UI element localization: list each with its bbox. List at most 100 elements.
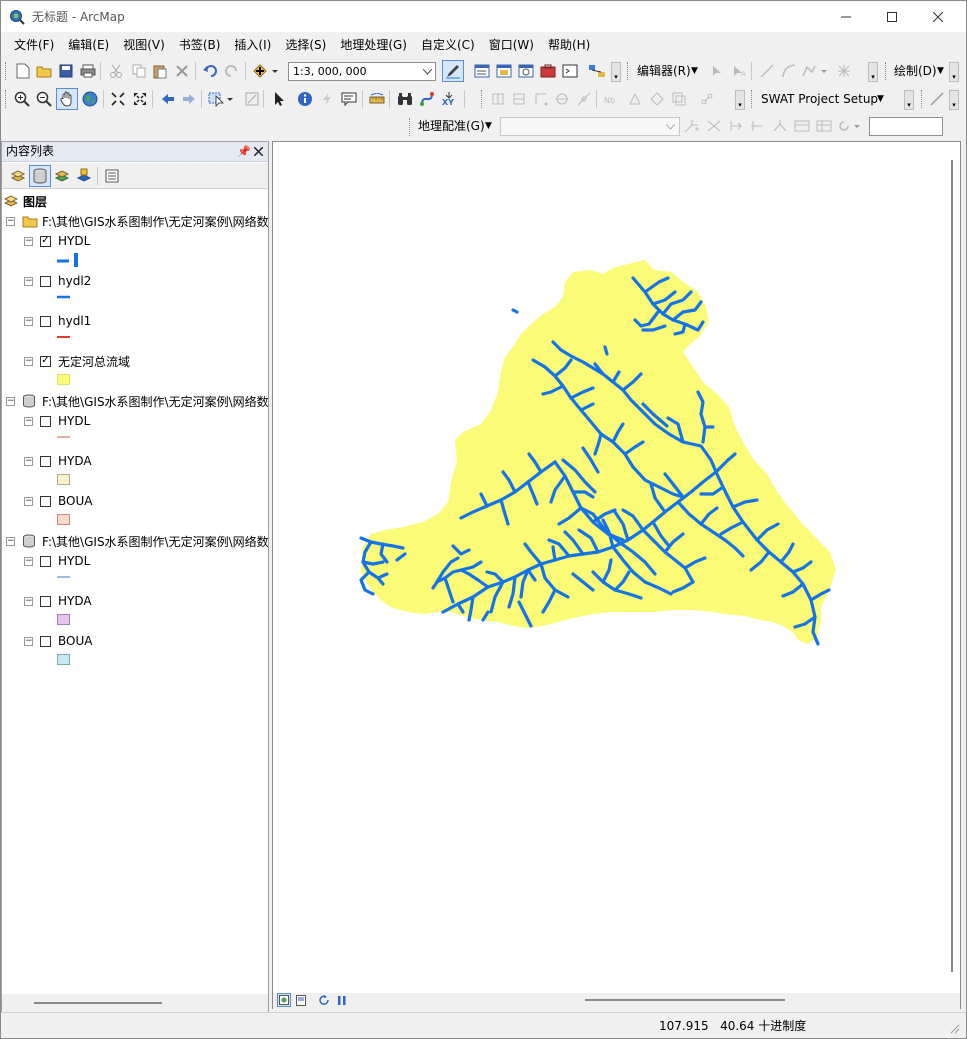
- topology-button[interactable]: Nb: [602, 89, 622, 109]
- arctoolbox-button[interactable]: [538, 61, 558, 81]
- toc-layer-row[interactable]: − BOUA: [24, 492, 92, 510]
- toc-group-2[interactable]: − F:\其他\GIS水系图制作\无定河案例\网络数: [6, 392, 268, 410]
- toolbar-grip[interactable]: [885, 62, 888, 80]
- toolbar-overflow-button[interactable]: ▾: [949, 62, 959, 82]
- validate-topology-button[interactable]: [697, 89, 717, 109]
- collapse-icon[interactable]: −: [24, 556, 33, 566]
- toolbar-grip[interactable]: [5, 62, 8, 80]
- layer-visibility-checkbox[interactable]: [40, 495, 51, 507]
- collapse-icon[interactable]: −: [24, 316, 33, 326]
- clear-selection-button[interactable]: [242, 89, 262, 109]
- scale-georef-button[interactable]: [748, 116, 768, 136]
- map-horizontal-scrollbar[interactable]: [585, 999, 785, 1001]
- print-button[interactable]: [78, 61, 98, 81]
- map-display[interactable]: [272, 141, 961, 994]
- collapse-icon[interactable]: −: [6, 536, 15, 546]
- show-shared-features-button[interactable]: [669, 89, 689, 109]
- editor-toolbar-button[interactable]: [442, 60, 464, 82]
- layer-visibility-checkbox[interactable]: [40, 635, 51, 647]
- pan-button[interactable]: [56, 88, 78, 110]
- find-button[interactable]: [395, 89, 415, 109]
- identify-button[interactable]: [295, 89, 315, 109]
- toc-group-3[interactable]: − F:\其他\GIS水系图制作\无定河案例\网络数: [6, 532, 268, 550]
- collapse-icon[interactable]: −: [6, 396, 15, 406]
- swat-project-setup-menu[interactable]: SWAT Project Setup: [761, 90, 878, 108]
- full-extent-button[interactable]: [80, 89, 100, 109]
- toolbar-overflow-button[interactable]: ▾: [904, 90, 914, 110]
- menu-selection[interactable]: 选择(S): [278, 34, 333, 56]
- georef-layer-combo[interactable]: [500, 117, 680, 136]
- maximize-button[interactable]: [869, 1, 915, 32]
- collapse-icon[interactable]: −: [24, 356, 33, 366]
- sketch-properties-button[interactable]: [834, 61, 854, 81]
- measure-button[interactable]: [367, 89, 387, 109]
- minimize-button[interactable]: [823, 1, 869, 32]
- fixed-zoom-in-button[interactable]: [108, 89, 128, 109]
- rotate-dropdown-button[interactable]: [836, 116, 862, 136]
- toolbar-grip[interactable]: [751, 90, 754, 108]
- collapse-icon[interactable]: −: [6, 216, 15, 226]
- map-vertical-scrollbar[interactable]: [951, 160, 953, 972]
- toc-layer-row[interactable]: − ✓ HYDL: [24, 232, 90, 250]
- map-topology-edit-button[interactable]: [625, 89, 645, 109]
- select-link-button[interactable]: [770, 116, 790, 136]
- select-elements-button[interactable]: [269, 89, 289, 109]
- chevron-down-icon[interactable]: [420, 63, 434, 80]
- toc-horizontal-scrollbar[interactable]: [2, 994, 268, 1012]
- zoom-out-button[interactable]: [34, 89, 54, 109]
- hyperlink-button[interactable]: [317, 89, 337, 109]
- layer-visibility-checkbox[interactable]: [40, 455, 51, 467]
- chevron-down-icon[interactable]: ▼: [877, 90, 884, 108]
- layer-visibility-checkbox[interactable]: [40, 275, 51, 287]
- toc-layer-row[interactable]: − hydl1: [24, 312, 91, 330]
- menu-file[interactable]: 文件(F): [7, 34, 61, 56]
- close-button[interactable]: [915, 1, 961, 32]
- georeferencing-menu[interactable]: 地理配准(G): [418, 117, 485, 135]
- toolbar-overflow-button[interactable]: ▾: [735, 90, 745, 110]
- cut-polygons-button[interactable]: [552, 89, 572, 109]
- toc-layer-row[interactable]: − HYDA: [24, 452, 92, 470]
- go-to-xy-button[interactable]: XY: [439, 89, 459, 109]
- toc-layer-row[interactable]: − BOUA: [24, 632, 92, 650]
- chevron-down-icon[interactable]: ▼: [485, 117, 492, 135]
- catalog-button[interactable]: [494, 61, 514, 81]
- cut-button[interactable]: [106, 61, 126, 81]
- select-features-button[interactable]: [207, 89, 235, 109]
- layer-visibility-checkbox[interactable]: [40, 555, 51, 567]
- menu-help[interactable]: 帮助(H): [541, 34, 597, 56]
- map-canvas[interactable]: [273, 142, 962, 995]
- menu-geoprocessing[interactable]: 地理处理(G): [333, 34, 414, 56]
- menu-insert[interactable]: 插入(I): [227, 34, 278, 56]
- toc-root-layers[interactable]: 图层: [4, 192, 47, 210]
- list-by-selection-button[interactable]: [74, 166, 94, 186]
- find-route-button[interactable]: [417, 89, 437, 109]
- list-by-visibility-button[interactable]: [52, 166, 72, 186]
- add-data-button[interactable]: [251, 61, 281, 81]
- split-line-button[interactable]: [574, 89, 594, 109]
- add-control-points-button[interactable]: [682, 116, 702, 136]
- zoom-in-button[interactable]: [12, 89, 32, 109]
- endpoint-arc-button[interactable]: [779, 61, 799, 81]
- rotate-georef-button[interactable]: [704, 116, 724, 136]
- fixed-zoom-out-button[interactable]: [130, 89, 150, 109]
- shared-edge-button[interactable]: [647, 89, 667, 109]
- view-link-table-button[interactable]: [814, 116, 834, 136]
- toc-options-button[interactable]: [102, 166, 122, 186]
- layer-visibility-checkbox[interactable]: [40, 415, 51, 427]
- layer-visibility-checkbox[interactable]: ✓: [40, 355, 51, 367]
- pause-drawing-button[interactable]: [335, 993, 349, 1007]
- close-icon[interactable]: [254, 147, 263, 156]
- save-button[interactable]: [56, 61, 76, 81]
- edit-tool-button[interactable]: [707, 61, 727, 81]
- undo-button[interactable]: [200, 61, 220, 81]
- straight-segment-button[interactable]: [757, 61, 777, 81]
- collapse-icon[interactable]: −: [24, 276, 33, 286]
- toc-group-1[interactable]: − F:\其他\GIS水系图制作\无定河案例\网络数: [6, 212, 268, 230]
- menu-windows[interactable]: 窗口(W): [482, 34, 541, 56]
- resize-grip-icon[interactable]: [950, 1024, 960, 1034]
- chevron-down-icon[interactable]: ▼: [691, 62, 698, 80]
- collapse-icon[interactable]: −: [24, 236, 33, 246]
- go-forward-button[interactable]: [179, 89, 199, 109]
- menu-customize[interactable]: 自定义(C): [414, 34, 482, 56]
- table-of-contents-button[interactable]: [472, 61, 492, 81]
